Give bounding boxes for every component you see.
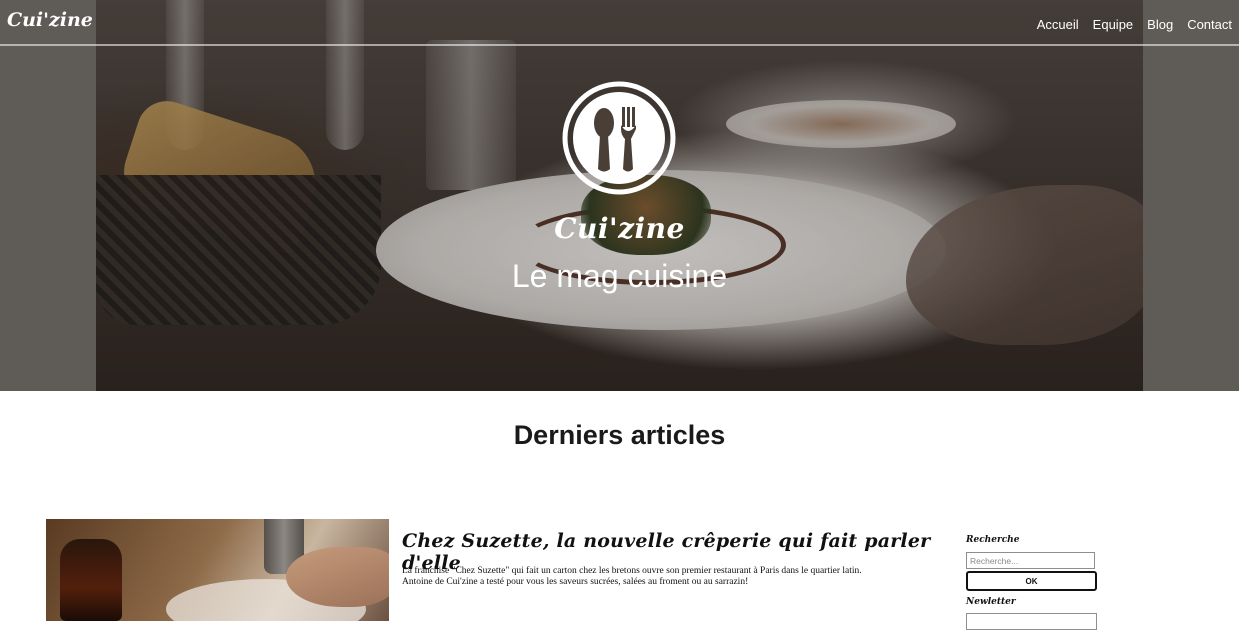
nav-link-blog[interactable]: Blog bbox=[1147, 17, 1173, 32]
article-excerpt-line: Antoine de Cui'zine a testé pour vous le… bbox=[402, 577, 749, 587]
section-title: Derniers articles bbox=[513, 420, 726, 450]
hero-subtitle: Le mag cuisine bbox=[511, 258, 728, 294]
nav-link-equipe[interactable]: Equipe bbox=[1093, 17, 1133, 32]
article-thumbnail[interactable] bbox=[46, 519, 389, 621]
article-excerpt-line: La franchise "Chez Suzette" qui fait un … bbox=[402, 566, 862, 576]
syrup-jug bbox=[60, 539, 122, 621]
spoon-fork-icon bbox=[562, 81, 676, 195]
hero-side-shade-left bbox=[0, 0, 96, 391]
hero-banner: Cui'zine Le mag cuisine bbox=[0, 0, 1239, 391]
hero-background-photo bbox=[96, 0, 1143, 391]
search-input[interactable] bbox=[966, 552, 1095, 569]
top-navigation-bar: Cui'zine Accueil Equipe Blog Contact bbox=[0, 0, 1239, 46]
newsletter-label: Newletter bbox=[966, 597, 1016, 607]
article-excerpt: La franchise "Chez Suzette" qui fait un … bbox=[402, 566, 942, 588]
nav-link-accueil[interactable]: Accueil bbox=[1037, 17, 1079, 32]
newsletter-email-input[interactable] bbox=[966, 613, 1097, 630]
photo-overlay bbox=[96, 0, 1143, 391]
hero-side-shade-right bbox=[1143, 0, 1239, 391]
brand-logo-link[interactable]: Cui'zine bbox=[7, 9, 93, 31]
hand bbox=[286, 547, 389, 607]
search-ok-button[interactable]: OK bbox=[966, 571, 1097, 591]
search-label: Recherche bbox=[966, 535, 1020, 545]
nav-link-contact[interactable]: Contact bbox=[1187, 17, 1232, 32]
main-nav: Accueil Equipe Blog Contact bbox=[1037, 17, 1232, 32]
hero-title: Cui'zine bbox=[554, 212, 685, 245]
